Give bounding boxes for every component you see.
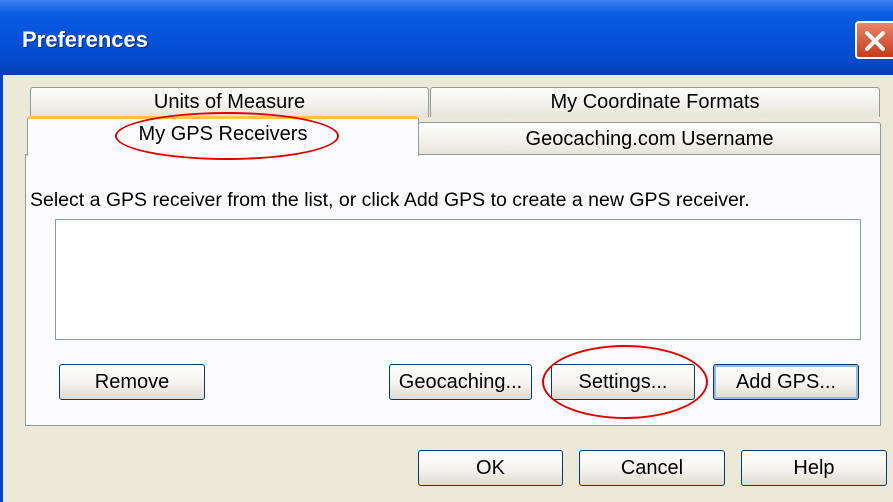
tab-coordinate-formats[interactable]: My Coordinate Formats xyxy=(430,87,880,117)
tab-label: My GPS Receivers xyxy=(138,123,308,145)
instruction-text: Select a GPS receiver from the list, or … xyxy=(30,189,750,211)
cancel-button[interactable]: Cancel xyxy=(579,450,725,486)
window-title: Preferences xyxy=(22,27,148,52)
gps-receiver-list[interactable] xyxy=(55,219,861,340)
tab-label: Units of Measure xyxy=(153,91,306,113)
close-button[interactable] xyxy=(855,21,893,59)
ok-button[interactable]: OK xyxy=(418,450,563,486)
window-frame xyxy=(0,75,3,502)
close-icon xyxy=(865,31,885,51)
geocaching-button[interactable]: Geocaching... xyxy=(389,364,532,400)
remove-button[interactable]: Remove xyxy=(59,364,205,400)
add-gps-button[interactable]: Add GPS... xyxy=(713,364,859,400)
tab-geocaching-username[interactable]: Geocaching.com Username xyxy=(418,122,881,155)
tab-units-of-measure[interactable]: Units of Measure xyxy=(30,87,429,117)
tab-label: My Coordinate Formats xyxy=(550,91,760,113)
settings-button[interactable]: Settings... xyxy=(551,364,695,400)
help-button[interactable]: Help xyxy=(741,450,887,486)
tab-label: Geocaching.com Username xyxy=(525,128,774,150)
tab-my-gps-receivers[interactable]: My GPS Receivers xyxy=(27,116,419,156)
